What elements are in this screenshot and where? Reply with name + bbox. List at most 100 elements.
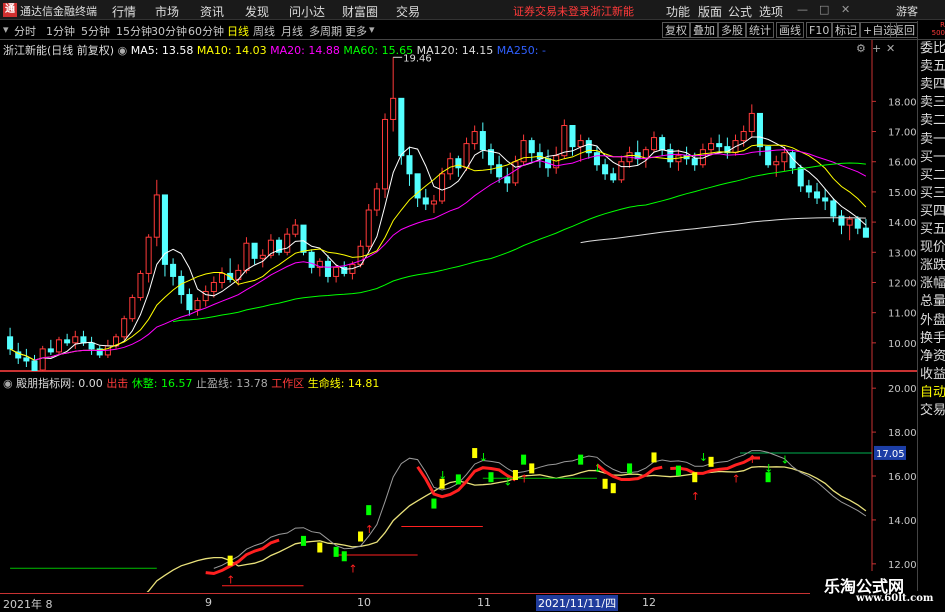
more-chevron-icon[interactable]: ▾	[369, 23, 375, 36]
panel-item-11[interactable]: 现价	[920, 240, 945, 256]
menu-zixun[interactable]: 资讯	[200, 3, 224, 20]
menu-wenxiaoda[interactable]: 问小达	[289, 3, 325, 20]
candle-body	[504, 176, 511, 184]
indicator-gong: 工作区	[271, 377, 305, 390]
menu-shichang[interactable]: 市场	[155, 3, 179, 20]
menu-gongneng[interactable]: 功能	[666, 3, 690, 20]
legend-ma120: MA120: 14.15	[416, 44, 494, 57]
candle	[822, 188, 829, 211]
tab-daily[interactable]: 日线	[227, 23, 249, 39]
candle-body	[398, 97, 405, 157]
duogu-button[interactable]: 多股	[718, 22, 746, 38]
huaxian-button[interactable]: 画线	[776, 22, 804, 38]
signal-block	[488, 472, 494, 483]
menu-gongshi[interactable]: 公式	[728, 3, 752, 20]
menu-jiaoyi[interactable]: 交易	[396, 3, 420, 20]
panel-item-5[interactable]: 卖一	[920, 132, 945, 148]
legend-toggle-icon[interactable]: ◉	[118, 44, 128, 57]
panel-item-10[interactable]: 买五	[920, 222, 945, 238]
tab-more[interactable]: 更多	[345, 23, 367, 39]
chart-add-icon[interactable]: +	[872, 42, 881, 55]
candle-body	[740, 131, 747, 142]
candle	[259, 249, 266, 268]
panel-item-8[interactable]: 买三	[920, 186, 945, 202]
panel-marker-num: 500	[931, 29, 945, 37]
candle-body	[691, 158, 698, 166]
indicator-toggle-icon[interactable]: ◉	[3, 377, 13, 390]
signal-block	[610, 483, 616, 494]
panel-item-4[interactable]: 卖二	[920, 113, 945, 129]
candle-body	[7, 336, 14, 350]
indicator-chart[interactable]: 20.0018.0016.0014.0012.0014:5614:5614:56…	[0, 371, 917, 592]
menu-xuanxiang[interactable]: 选项	[759, 3, 783, 20]
candle-body	[765, 146, 772, 166]
date-label-oct: 10	[357, 596, 371, 609]
chart-close-icon[interactable]: ✕	[886, 42, 895, 55]
menu-banmian[interactable]: 版面	[698, 3, 722, 20]
login-status[interactable]: 证券交易未登录	[513, 3, 590, 19]
candle	[276, 237, 283, 256]
candle	[520, 134, 527, 165]
panel-item-12[interactable]: 涨跌	[920, 258, 945, 274]
f10-button[interactable]: F10	[806, 22, 833, 38]
tab-5min[interactable]: 5分钟	[81, 23, 110, 39]
tab-60min[interactable]: 60分钟	[188, 23, 224, 39]
candle	[243, 237, 250, 274]
tab-15min[interactable]: 15分钟	[116, 23, 152, 39]
tab-weekly[interactable]: 周线	[253, 23, 275, 39]
panel-item-16[interactable]: 换手	[920, 331, 945, 347]
panel-item-9[interactable]: 买四	[920, 204, 945, 220]
candle-body	[390, 97, 397, 120]
signal-block	[472, 448, 478, 459]
kline-chart[interactable]: 18.00 17.00 16.00 15.00 14.00 13.00 12.00 11.00…	[0, 40, 917, 371]
indicator-zhi: 止盈线: 13.78	[196, 377, 268, 390]
panel-auto[interactable]: 自动	[920, 385, 945, 401]
candle-body	[194, 300, 201, 311]
guest-label[interactable]: 游客	[896, 3, 918, 19]
panel-item-17[interactable]: 净资	[920, 349, 945, 365]
candle	[455, 155, 462, 177]
panel-item-7[interactable]: 买二	[920, 168, 945, 184]
toolbar-arrow-icon[interactable]: ▾	[3, 23, 9, 36]
tab-fenshi[interactable]: 分时	[14, 23, 36, 39]
candle	[471, 125, 478, 150]
panel-item-13[interactable]: 涨幅	[920, 276, 945, 292]
diejia-button[interactable]: 叠加	[690, 22, 718, 38]
panel-item-0[interactable]: 委比	[920, 41, 945, 57]
date-label-dec: 12	[642, 596, 656, 609]
tab-1min[interactable]: 1分钟	[46, 23, 75, 39]
candle-body	[862, 227, 869, 238]
candle	[251, 242, 258, 265]
candle	[194, 297, 201, 316]
signal-block	[227, 555, 233, 566]
menu-hangqing[interactable]: 行情	[112, 3, 136, 20]
tab-30min[interactable]: 30分钟	[151, 23, 187, 39]
panel-item-18[interactable]: 收益	[920, 367, 945, 383]
panel-item-6[interactable]: 买一	[920, 150, 945, 166]
candle	[430, 194, 437, 214]
panel-item-15[interactable]: 外盘	[920, 313, 945, 329]
minimize-icon[interactable]: —	[797, 3, 808, 16]
candle-body	[406, 155, 413, 175]
fuquan-button[interactable]: 复权	[662, 22, 690, 38]
panel-item-2[interactable]: 卖四	[920, 77, 945, 93]
back-button[interactable]: 返回	[890, 22, 918, 38]
tab-multi-period[interactable]: 多周期	[309, 23, 342, 39]
close-icon[interactable]: ✕	[841, 3, 850, 16]
tongji-button[interactable]: 统计	[746, 22, 774, 38]
menu-caifuquan[interactable]: 财富圈	[342, 3, 378, 20]
candle-body	[536, 152, 543, 160]
panel-item-3[interactable]: 卖三	[920, 95, 945, 111]
candle	[439, 167, 446, 204]
panel-trade[interactable]: 交易	[920, 403, 945, 419]
biaoji-button[interactable]: 标记	[832, 22, 860, 38]
main-y-label: 11.00	[888, 309, 917, 320]
chart-settings-icon[interactable]: ⚙	[856, 42, 866, 55]
quote-side-panel: R 500 委比 卖五 卖四 卖三 卖二 卖一 买一 买二 买三 买四 买五 现价 涨跌 涨幅 总量 外盘 换手…	[917, 21, 945, 591]
tab-monthly[interactable]: 月线	[281, 23, 303, 39]
maximize-icon[interactable]: □	[819, 3, 829, 16]
panel-item-14[interactable]: 总量	[920, 294, 945, 310]
candle-body	[47, 348, 54, 353]
menu-faxian[interactable]: 发现	[245, 3, 269, 20]
panel-item-1[interactable]: 卖五	[920, 59, 945, 75]
